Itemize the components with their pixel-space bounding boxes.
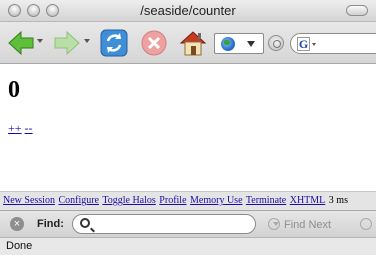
title-bar: /seaside/counter [0, 0, 376, 22]
globe-icon [221, 37, 235, 51]
navigation-toolbar: G [0, 22, 376, 64]
memory-use-link[interactable]: Memory Use [190, 195, 243, 206]
counter-actions: ++ -- [8, 121, 33, 136]
close-icon[interactable]: × [10, 217, 24, 231]
search-icon [80, 218, 90, 228]
back-button[interactable] [6, 28, 36, 58]
find-next-button[interactable]: Find Next [268, 218, 331, 231]
find-bar: × Find: Find Next [0, 210, 376, 237]
status-bar: Done [0, 237, 376, 255]
go-button[interactable] [268, 35, 284, 51]
new-session-link[interactable]: New Session [3, 195, 55, 206]
terminate-link[interactable]: Terminate [246, 195, 286, 206]
decrement-link[interactable]: -- [25, 121, 33, 135]
reload-button[interactable] [99, 28, 129, 58]
profile-link[interactable]: Profile [159, 195, 186, 206]
forward-button[interactable] [52, 28, 82, 58]
status-text: Done [6, 240, 33, 252]
counter-value: 0 [8, 77, 20, 103]
home-button[interactable] [178, 28, 208, 58]
xhtml-link[interactable]: XHTML [290, 195, 326, 206]
find-input[interactable] [72, 214, 256, 234]
chevron-down-icon[interactable] [247, 41, 255, 47]
back-history-dropdown[interactable] [37, 39, 43, 43]
window-title: /seaside/counter [140, 3, 236, 18]
find-previous-button[interactable] [360, 218, 372, 230]
search-box[interactable]: G [290, 33, 376, 54]
forward-arrow-icon [54, 30, 80, 56]
back-arrow-icon [8, 30, 34, 56]
seaside-toolbar: New Session Configure Toggle Halos Profi… [0, 191, 376, 210]
chevron-down-icon [268, 218, 280, 230]
render-time: 3 ms [328, 195, 348, 206]
find-next-label: Find Next [284, 219, 332, 231]
home-icon [179, 31, 207, 56]
search-engine-dropdown[interactable] [312, 43, 316, 46]
page-content: 0 ++ -- [0, 65, 376, 190]
reload-icon [100, 29, 128, 57]
configure-link[interactable]: Configure [58, 195, 99, 206]
address-bar[interactable] [214, 33, 264, 54]
toolbar-toggle-button[interactable] [346, 5, 368, 16]
search-engine-icon[interactable]: G [297, 37, 310, 51]
find-label: Find: [37, 218, 64, 230]
stop-icon [141, 30, 167, 56]
toggle-halos-link[interactable]: Toggle Halos [102, 195, 155, 206]
forward-history-dropdown[interactable] [84, 39, 90, 43]
increment-link[interactable]: ++ [8, 121, 22, 135]
stop-button[interactable] [139, 28, 169, 58]
